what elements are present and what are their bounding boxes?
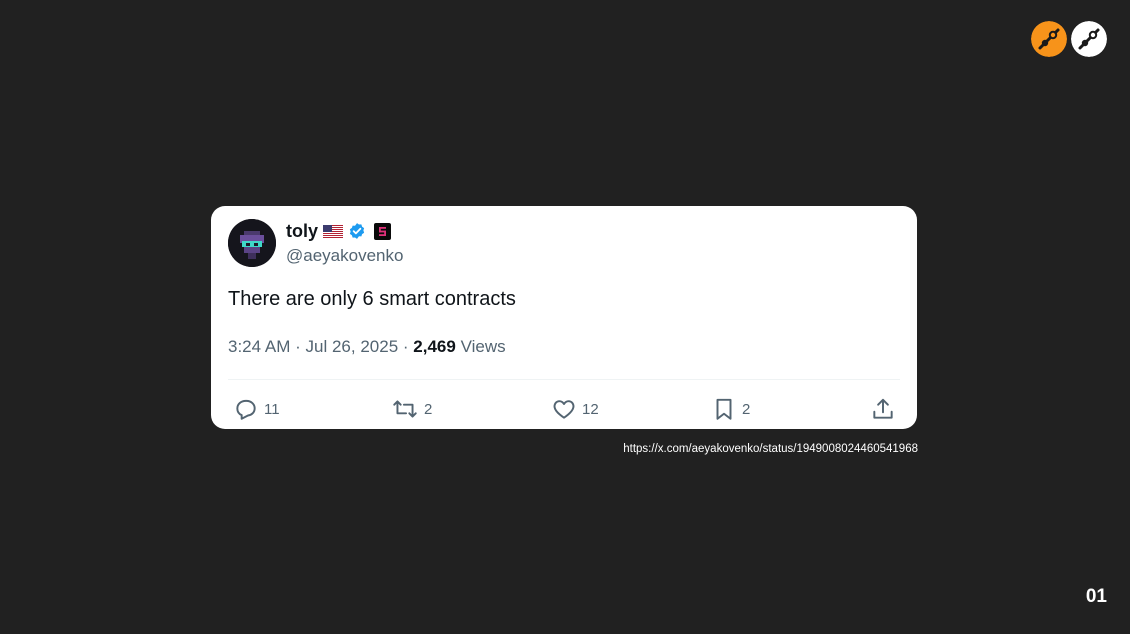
tweet-url[interactable]: https://x.com/aeyakovenko/status/1949008…	[585, 443, 918, 455]
bookmark-button[interactable]: 2	[711, 396, 750, 422]
solana-badge-icon[interactable]	[374, 222, 392, 240]
share-button[interactable]	[870, 396, 896, 422]
verified-icon[interactable]	[348, 222, 366, 240]
brand-logos	[1031, 21, 1107, 57]
display-name[interactable]: toly	[286, 221, 318, 242]
tweet-time[interactable]: 3:24 AM	[228, 337, 290, 356]
us-flag-icon	[323, 224, 344, 238]
author-name-row: toly	[286, 220, 392, 242]
pixel-avatar-icon	[228, 219, 276, 267]
retweet-button[interactable]: 2	[391, 396, 432, 422]
reply-icon	[236, 399, 256, 420]
like-button[interactable]: 12	[551, 396, 599, 422]
views-label: Views	[460, 337, 506, 356]
tweet-date[interactable]: Jul 26, 2025	[306, 337, 399, 356]
white-slash-logo-icon	[1071, 21, 1107, 57]
views-count: 2,469	[413, 337, 456, 356]
like-count: 12	[582, 400, 599, 418]
tweet-text: There are only 6 smart contracts	[228, 288, 516, 310]
tweet-meta: 3:24 AM · Jul 26, 2025 · 2,469 Views	[228, 337, 506, 357]
page-number: 01	[1085, 586, 1107, 607]
meta-separator: ·	[295, 337, 301, 356]
retweet-count: 2	[424, 400, 433, 418]
reply-button[interactable]: 11	[233, 396, 280, 422]
share-icon	[873, 398, 893, 419]
reply-count: 11	[264, 400, 280, 418]
author-handle[interactable]: @aeyakovenko	[286, 246, 403, 266]
divider	[228, 379, 900, 380]
avatar[interactable]	[228, 219, 276, 267]
bookmark-icon	[716, 398, 732, 420]
orange-slash-logo-icon	[1031, 21, 1067, 57]
meta-separator: ·	[402, 337, 409, 356]
heart-icon	[553, 400, 575, 419]
retweet-icon	[393, 400, 417, 418]
bookmark-count: 2	[742, 400, 751, 418]
tweet-card[interactable]: toly @aeyakovenko There are only 6 smart…	[211, 206, 917, 429]
